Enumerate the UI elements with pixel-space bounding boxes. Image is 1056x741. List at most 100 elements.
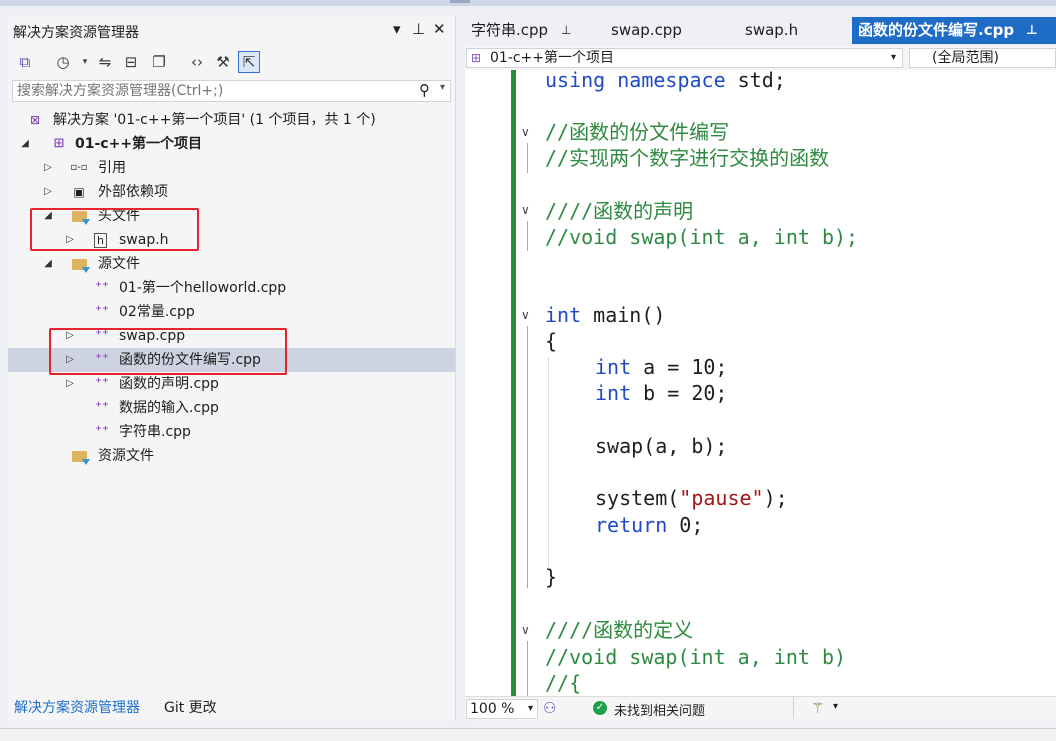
change-indicator-bar bbox=[511, 70, 516, 696]
tree-source-folder[interactable]: ◢ 源文件 bbox=[8, 252, 455, 276]
cpp-icon: ⁺⁺ bbox=[95, 376, 109, 391]
zoom-dropdown[interactable]: 100 % ▾ bbox=[466, 699, 538, 719]
collapse-arrow-icon[interactable]: ◢ bbox=[42, 252, 54, 276]
history-dropdown-icon[interactable]: ▾ bbox=[74, 51, 96, 73]
zoom-value: 100 % bbox=[470, 701, 515, 717]
tree-label-source: 函数的声明.cpp bbox=[119, 376, 219, 392]
tree-external-deps[interactable]: ▷ ▣ 外部依赖项 bbox=[8, 180, 455, 204]
cpp-project-icon: ⊞ bbox=[471, 51, 482, 65]
tree-source-file[interactable]: ▷ ⁺⁺ 函数的声明.cpp bbox=[8, 372, 455, 396]
project-icon: ⊞ bbox=[51, 136, 67, 152]
expand-arrow-icon[interactable]: ▷ bbox=[64, 372, 76, 396]
filter-folder-icon bbox=[71, 448, 90, 465]
pin-icon[interactable]: ⊥ bbox=[1026, 17, 1038, 44]
window-top-strip bbox=[0, 0, 1056, 6]
expand-arrow-icon[interactable]: ▷ bbox=[42, 180, 54, 204]
tab-label: 字符串.cpp bbox=[471, 21, 549, 39]
tree-label-source: 字符串.cpp bbox=[119, 424, 191, 440]
chevron-down-icon: ▾ bbox=[890, 52, 896, 63]
search-options-dropdown-icon[interactable]: ▾ bbox=[440, 82, 445, 93]
solution-explorer-panel: 解决方案资源管理器 ▾ ⊥ ✕ ⧉ ◷ ▾ ⇋ ⊟ ❐ ‹› ⚒ ⇱ ⚲ ▾ ⊠… bbox=[8, 17, 456, 721]
output-panel-strip bbox=[0, 728, 1056, 741]
check-circle-icon: ✓ bbox=[593, 701, 607, 715]
code-comment: //void swap(int a, int b); bbox=[545, 225, 859, 249]
editor-nav-bar: ⊞ 01-c++第一个项目 ▾ (全局范围) bbox=[465, 46, 1056, 71]
fold-toggle-icon[interactable]: ∨ bbox=[521, 308, 530, 322]
fold-toggle-icon[interactable]: ∨ bbox=[521, 623, 530, 637]
tab-swap-cpp[interactable]: swap.cpp bbox=[605, 17, 721, 44]
search-box[interactable]: ⚲ ▾ bbox=[12, 80, 451, 102]
search-input[interactable] bbox=[17, 83, 407, 99]
cpp-icon: ⁺⁺ bbox=[95, 304, 109, 319]
collapse-all-icon[interactable]: ⊟ bbox=[120, 51, 142, 73]
tab-swap-h[interactable]: swap.h bbox=[739, 17, 835, 44]
code-cleanup-brush-icon[interactable]: ⚚ bbox=[811, 699, 824, 717]
tree-source-file[interactable]: ⁺⁺ 01-第一个helloworld.cpp bbox=[8, 276, 455, 300]
close-icon[interactable]: ✕ bbox=[433, 20, 446, 38]
tree-resource-folder[interactable]: 资源文件 bbox=[8, 444, 455, 468]
tree-label-solution: 解决方案 '01-c++第一个项目' (1 个项目，共 1 个) bbox=[53, 112, 376, 128]
chevron-down-icon: ▾ bbox=[527, 703, 533, 714]
highlight-box-header bbox=[30, 208, 199, 251]
solution-icon: ⊠ bbox=[29, 113, 41, 127]
search-icon[interactable]: ⚲ bbox=[419, 81, 430, 99]
code-comment: //{ bbox=[545, 671, 582, 695]
expand-arrow-icon[interactable]: ▷ bbox=[42, 156, 54, 180]
code-comment: //实现两个数字进行交换的函数 bbox=[545, 146, 830, 170]
tab-git-changes[interactable]: Git 更改 bbox=[158, 696, 223, 720]
chevron-down-icon[interactable]: ▾ bbox=[833, 701, 838, 712]
code-line-brace: } bbox=[545, 565, 558, 589]
tree-references[interactable]: ▷ ▫-▫ 引用 bbox=[8, 156, 455, 180]
code-editor[interactable]: using namespace std; ∨ //函数的份文件编写 //实现两个… bbox=[465, 70, 1056, 696]
sync-icon[interactable]: ⇋ bbox=[94, 51, 116, 73]
fold-toggle-icon[interactable]: ∨ bbox=[521, 203, 530, 217]
nav-scope-label: (全局范围) bbox=[932, 50, 999, 66]
cpp-icon: ⊞ bbox=[53, 136, 65, 151]
tab-active-file[interactable]: 函数的份文件编写.cpp ⊥ bbox=[852, 17, 1056, 44]
code-comment: //void swap(int a, int b) bbox=[545, 645, 847, 669]
tree-label-resource-folder: 资源文件 bbox=[98, 448, 154, 464]
code-comment: ////函数的定义 bbox=[545, 618, 694, 642]
code-comment: ////函数的声明 bbox=[545, 199, 694, 223]
scope-dropdown[interactable]: (全局范围) bbox=[909, 48, 1056, 68]
show-all-files-icon[interactable]: ❐ bbox=[148, 51, 170, 73]
properties-wrench-icon[interactable]: ⚒ bbox=[212, 51, 234, 73]
code-line-system: system("pause"); bbox=[595, 486, 788, 510]
panel-title: 解决方案资源管理器 bbox=[13, 25, 139, 41]
tree-solution[interactable]: ⊠ 解决方案 '01-c++第一个项目' (1 个项目，共 1 个) bbox=[8, 108, 455, 132]
filter-folder-icon bbox=[71, 256, 90, 273]
code-line-main: int main() bbox=[545, 303, 666, 327]
copilot-icon[interactable]: ⚇ bbox=[543, 699, 556, 717]
code-view-icon[interactable]: ‹› bbox=[186, 51, 208, 73]
panel-menu-dropdown[interactable]: ▾ bbox=[393, 20, 401, 38]
vs-switch-views-icon[interactable]: ⧉ bbox=[14, 51, 36, 73]
references-icon: ▫-▫ bbox=[70, 162, 88, 173]
pin-icon[interactable]: ⊥ bbox=[412, 20, 425, 38]
highlight-box-sources bbox=[49, 328, 287, 375]
tree-source-file[interactable]: ⁺⁺ 02常量.cpp bbox=[8, 300, 455, 324]
tree-label-source: 02常量.cpp bbox=[119, 304, 195, 320]
tab-string-cpp[interactable]: 字符串.cpp ⊥ bbox=[465, 17, 571, 44]
code-line-return: return 0; bbox=[595, 513, 704, 537]
cpp-icon: ⁺⁺ bbox=[95, 400, 109, 415]
tree-label-source-folder: 源文件 bbox=[98, 256, 140, 272]
tree-source-file[interactable]: ⁺⁺ 字符串.cpp bbox=[8, 420, 455, 444]
cpp-icon: ⁺⁺ bbox=[95, 280, 109, 295]
preview-selected-icon[interactable]: ⇱ bbox=[238, 51, 260, 73]
collapse-arrow-icon[interactable]: ◢ bbox=[19, 132, 31, 156]
tree-label-source: 数据的输入.cpp bbox=[119, 400, 219, 416]
issues-status[interactable]: 未找到相关问题 bbox=[614, 700, 705, 719]
fold-toggle-icon[interactable]: ∨ bbox=[521, 125, 530, 139]
tab-solution-explorer[interactable]: 解决方案资源管理器 bbox=[8, 696, 146, 720]
panel-bottom-tabs: 解决方案资源管理器 Git 更改 bbox=[8, 696, 455, 720]
code-line-brace: { bbox=[545, 329, 558, 353]
tree-project[interactable]: ◢ ⊞ 01-c++第一个项目 bbox=[8, 132, 455, 156]
code-line-b: int b = 20; bbox=[595, 381, 728, 405]
tree-source-file[interactable]: ⁺⁺ 数据的输入.cpp bbox=[8, 396, 455, 420]
tree-label-project: 01-c++第一个项目 bbox=[75, 136, 203, 152]
project-dropdown[interactable]: ⊞ 01-c++第一个项目 ▾ bbox=[466, 48, 903, 68]
external-deps-icon: ▣ bbox=[73, 185, 85, 199]
history-icon[interactable]: ◷ bbox=[52, 51, 74, 73]
pin-icon[interactable]: ⊥ bbox=[561, 17, 571, 44]
code-comment: //函数的份文件编写 bbox=[545, 120, 730, 144]
